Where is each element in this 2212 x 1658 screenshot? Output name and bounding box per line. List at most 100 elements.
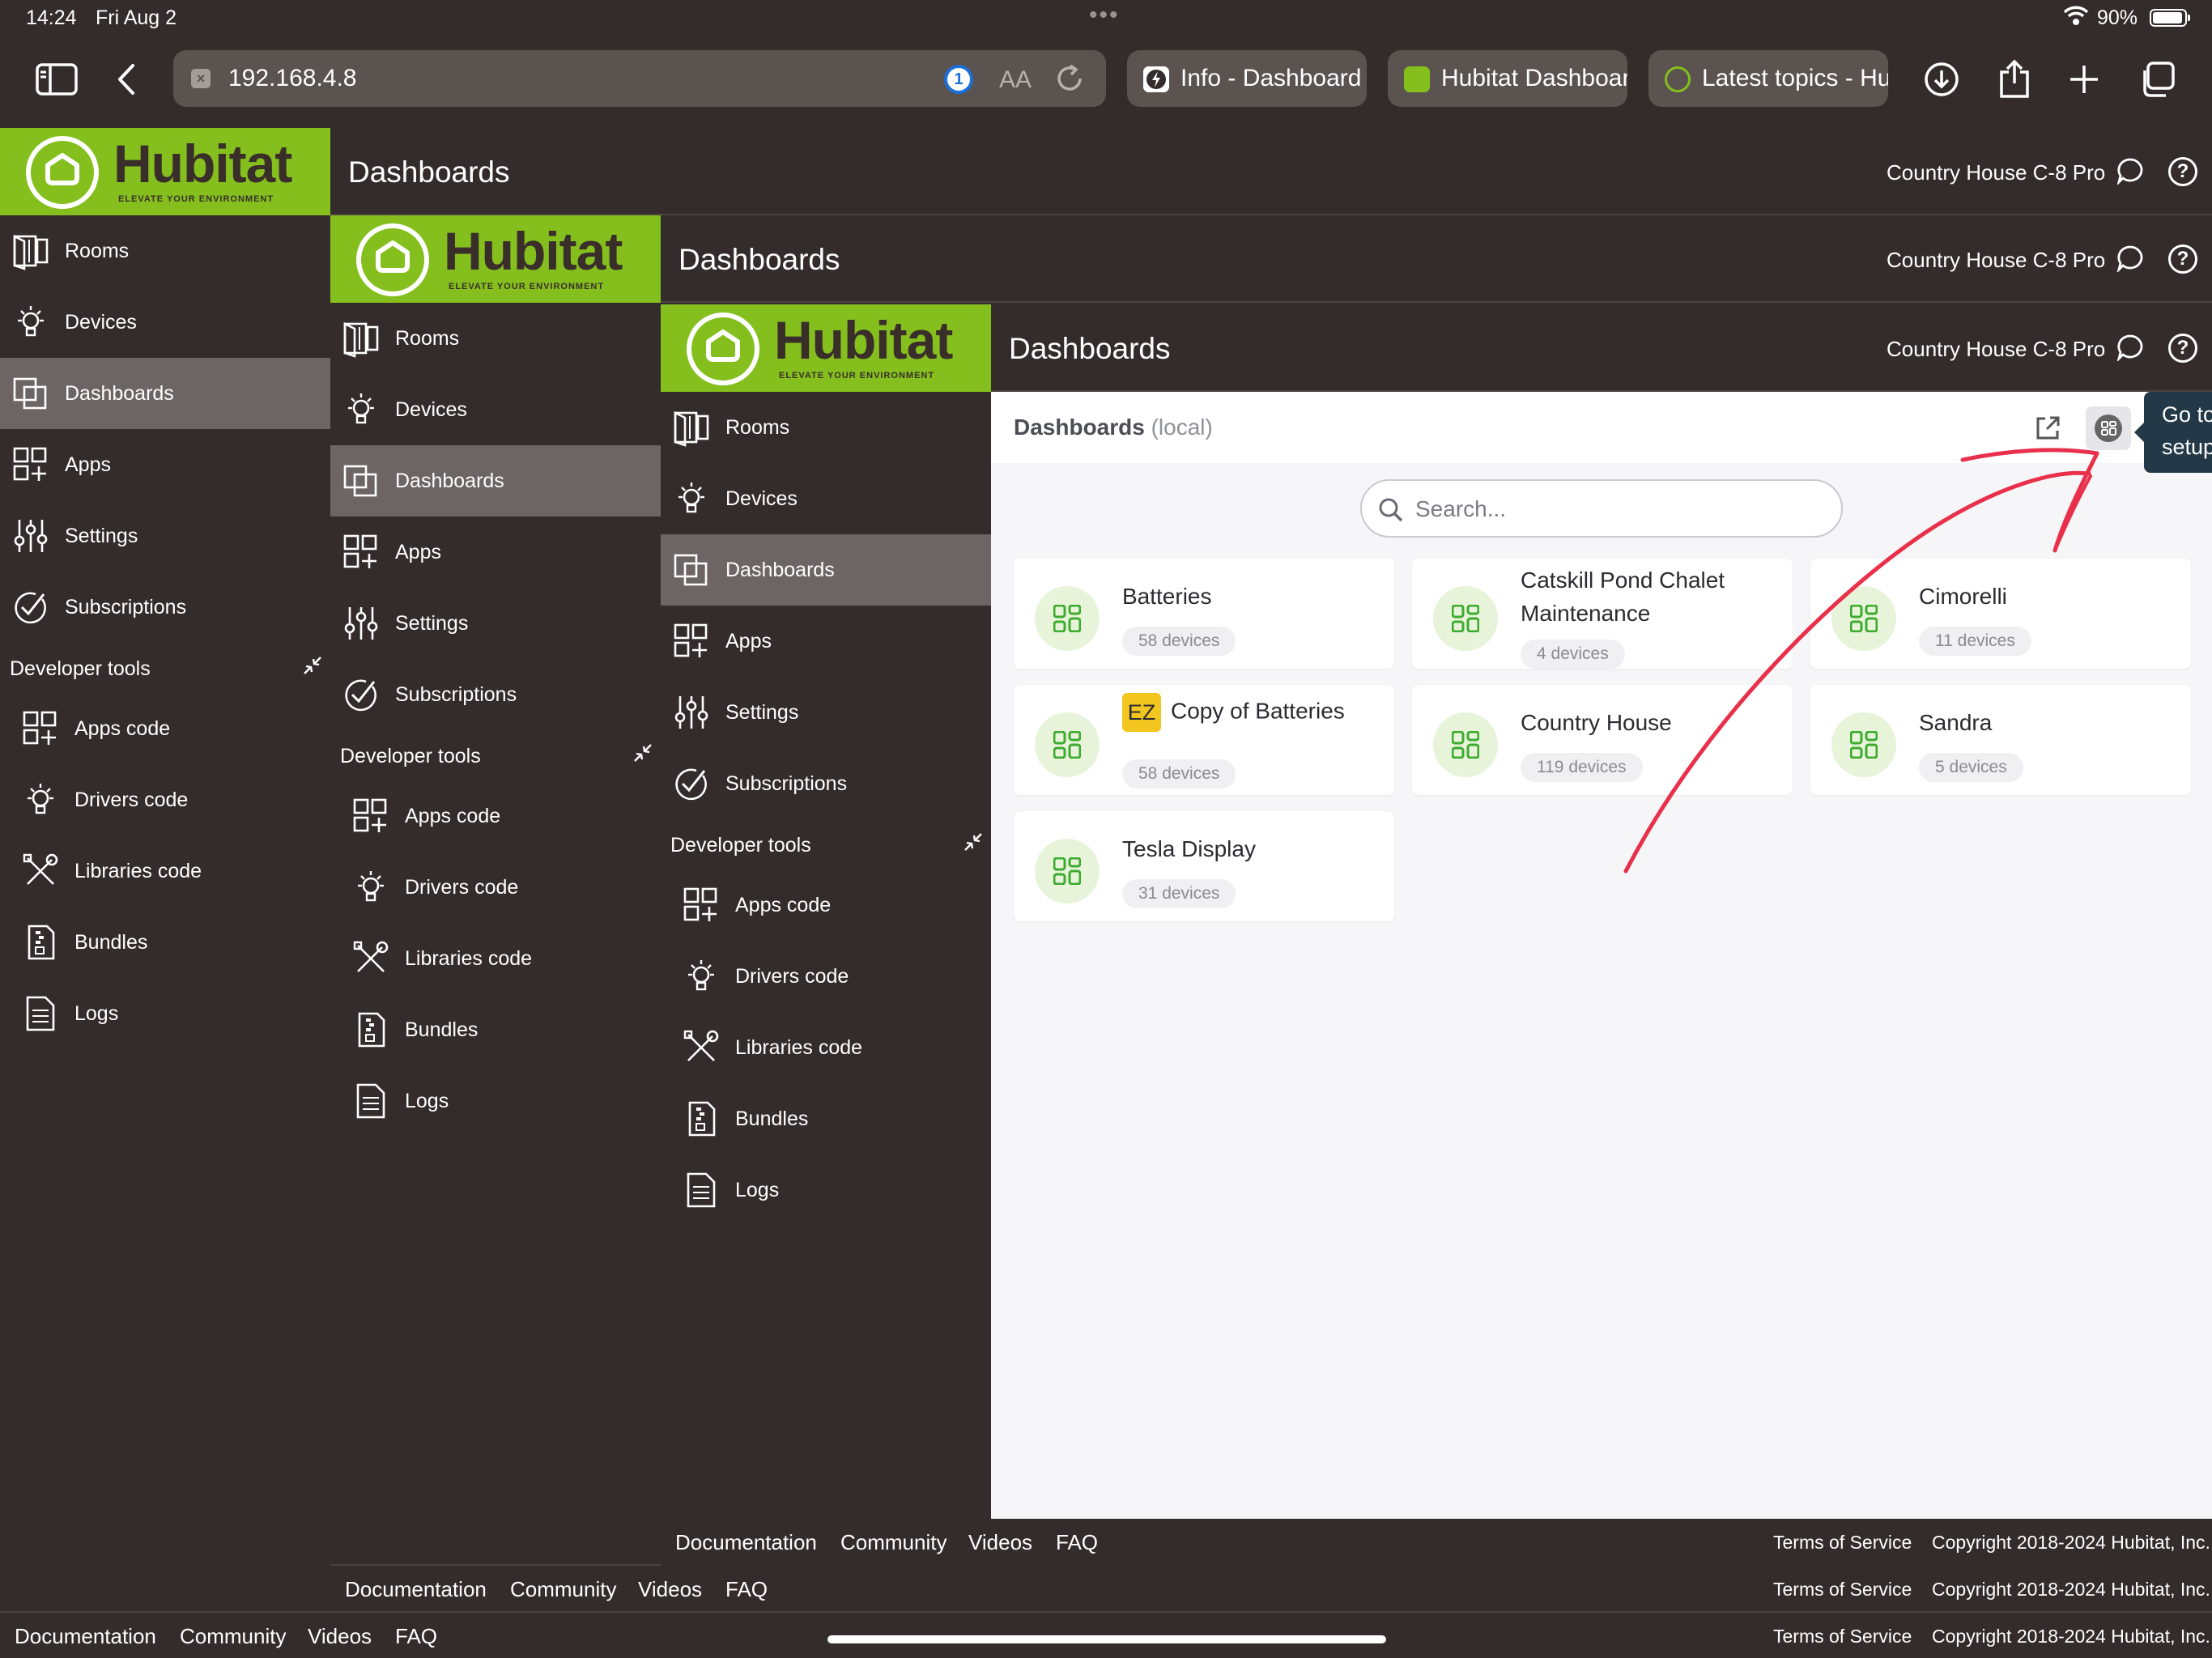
hubitat-logo[interactable]: Hubitat ELEVATE YOUR ENVIRONMENT: [661, 304, 991, 392]
collapse-icon[interactable]: [303, 656, 322, 675]
multitasking-dots-icon[interactable]: •••: [1089, 2, 1120, 29]
sidebar-item-settings[interactable]: Settings: [330, 588, 661, 659]
sidebar-item-apps-code[interactable]: Apps code: [661, 869, 991, 941]
footer-community-link[interactable]: Community: [510, 1577, 616, 1602]
sidebar-item-subscriptions[interactable]: Subscriptions: [0, 572, 330, 643]
footer-community-link[interactable]: Community: [180, 1624, 286, 1649]
sidebar-item-dashboards[interactable]: Dashboards: [0, 358, 330, 429]
search-box[interactable]: [1360, 479, 1843, 538]
text-size-button[interactable]: AA: [999, 66, 1032, 94]
sidebar-item-libraries-code[interactable]: Libraries code: [330, 923, 661, 994]
sidebar-item-bundles[interactable]: Bundles: [330, 994, 661, 1065]
device-count-badge: 5 devices: [1919, 753, 2023, 782]
sidebar-item-libraries-code[interactable]: Libraries code: [661, 1012, 991, 1083]
chat-icon[interactable]: [2116, 157, 2144, 185]
sidebar-item-devices[interactable]: Devices: [0, 287, 330, 358]
password-manager-icon[interactable]: 1: [944, 65, 973, 94]
tab-overview-icon[interactable]: [2134, 57, 2180, 102]
address-bar[interactable]: × 192.168.4.8 1 AA: [173, 50, 1106, 107]
sidebar-item-apps[interactable]: Apps: [330, 517, 661, 588]
sidebar-item-rooms[interactable]: Rooms: [0, 215, 330, 287]
hubitat-logo[interactable]: Hubitat ELEVATE YOUR ENVIRONMENT: [0, 128, 330, 215]
footer-videos-link[interactable]: Videos: [638, 1577, 702, 1602]
device-count-badge: 11 devices: [1919, 627, 2031, 656]
search-input[interactable]: [1415, 494, 1820, 525]
tab-latest-topics[interactable]: Latest topics - Hubitat: [1648, 50, 1888, 107]
footer-faq-link[interactable]: FAQ: [725, 1577, 768, 1602]
sidebar-item-drivers-code[interactable]: Drivers code: [330, 852, 661, 923]
bundle-icon: [28, 925, 55, 960]
sidebar-item-settings[interactable]: Settings: [661, 677, 991, 748]
sidebar-item-dashboards[interactable]: Dashboards: [661, 534, 991, 606]
dashboard-card-tesla-display[interactable]: Tesla Display 31 devices: [1014, 811, 1394, 921]
share-icon[interactable]: [1992, 57, 2037, 102]
sidebar-item-bundles[interactable]: Bundles: [661, 1083, 991, 1154]
developer-tools-heading[interactable]: Developer tools: [340, 743, 661, 768]
footer-terms-link[interactable]: Terms of Service: [1773, 1579, 1912, 1601]
footer-documentation-link[interactable]: Documentation: [675, 1530, 817, 1555]
sidebar-nav: Rooms Devices Dashboards Apps Settings S…: [661, 392, 991, 1431]
chat-icon[interactable]: [2116, 334, 2144, 361]
dashboard-card-catskill[interactable]: Catskill Pond Chalet Maintenance 4 devic…: [1412, 559, 1793, 669]
sidebar-item-apps-code[interactable]: Apps code: [330, 780, 661, 852]
sidebar-item-drivers-code[interactable]: Drivers code: [0, 764, 330, 835]
sidebar-item-drivers-code[interactable]: Drivers code: [661, 941, 991, 1012]
sidebar-item-libraries-code[interactable]: Libraries code: [0, 835, 330, 907]
hub-name[interactable]: Country House C-8 Pro: [1887, 160, 2105, 185]
footer-community-link[interactable]: Community: [840, 1530, 946, 1555]
sidebar-item-subscriptions[interactable]: Subscriptions: [330, 659, 661, 730]
developer-tools-heading[interactable]: Developer tools: [670, 832, 991, 857]
footer-terms-link[interactable]: Terms of Service: [1773, 1532, 1912, 1554]
footer-faq-link[interactable]: FAQ: [395, 1624, 437, 1649]
dashboard-card-country-house[interactable]: Country House 119 devices: [1412, 685, 1793, 795]
footer-documentation-link[interactable]: Documentation: [345, 1577, 487, 1602]
help-icon[interactable]: ?: [2168, 244, 2197, 274]
sidebar-item-devices[interactable]: Devices: [661, 463, 991, 534]
home-indicator[interactable]: [827, 1635, 1386, 1643]
footer-faq-link[interactable]: FAQ: [1056, 1530, 1098, 1555]
footer-documentation-link[interactable]: Documentation: [15, 1624, 156, 1649]
bulb-icon: [347, 392, 376, 424]
sidebar-item-apps[interactable]: Apps: [661, 606, 991, 677]
sidebar-item-apps-code[interactable]: Apps code: [0, 693, 330, 764]
sidebar-item-logs[interactable]: Logs: [330, 1065, 661, 1137]
tab-info-dashboard[interactable]: Info - Dashboard: [1127, 50, 1367, 107]
collapse-icon[interactable]: [963, 832, 983, 852]
sidebar-item-settings[interactable]: Settings: [0, 500, 330, 572]
new-tab-icon[interactable]: [2061, 57, 2107, 102]
tab-hubitat-dashboard[interactable]: Hubitat Dashboard: [1388, 50, 1627, 107]
footer-videos-link[interactable]: Videos: [968, 1530, 1032, 1555]
developer-tools-heading[interactable]: Developer tools: [10, 656, 330, 681]
dashboard-card-sandra[interactable]: Sandra 5 devices: [1810, 685, 2191, 795]
hub-name[interactable]: Country House C-8 Pro: [1887, 248, 2105, 273]
sidebar-item-subscriptions[interactable]: Subscriptions: [661, 748, 991, 819]
footer-videos-link[interactable]: Videos: [308, 1624, 372, 1649]
sidebar-item-logs[interactable]: Logs: [661, 1154, 991, 1226]
sidebar-item-logs[interactable]: Logs: [0, 978, 330, 1049]
sidebar-item-dashboards[interactable]: Dashboards: [330, 445, 661, 517]
help-icon[interactable]: ?: [2168, 157, 2197, 186]
hubitat-logo[interactable]: Hubitat ELEVATE YOUR ENVIRONMENT: [330, 215, 661, 303]
sidebar-item-rooms[interactable]: Rooms: [661, 392, 991, 463]
chat-icon[interactable]: [2116, 244, 2144, 272]
sidebar-item-bundles[interactable]: Bundles: [0, 907, 330, 978]
sidebar-item-apps[interactable]: Apps: [0, 429, 330, 500]
reload-icon[interactable]: [1054, 63, 1085, 94]
site-info-icon[interactable]: ×: [191, 69, 211, 88]
dashboard-card-batteries[interactable]: Batteries 58 devices: [1014, 559, 1394, 669]
sidebar-toggle-icon[interactable]: [34, 57, 79, 102]
dashboard-card-cimorelli[interactable]: Cimorelli 11 devices: [1810, 559, 2191, 669]
sidebar-item-rooms[interactable]: Rooms: [330, 303, 661, 374]
hub-name[interactable]: Country House C-8 Pro: [1887, 337, 2105, 362]
downloads-icon[interactable]: [1919, 57, 1964, 102]
back-icon[interactable]: [104, 57, 149, 102]
footer-terms-link[interactable]: Terms of Service: [1773, 1626, 1912, 1647]
browser-toolbar: × 192.168.4.8 1 AA Info - Dashboard Hubi…: [0, 39, 2212, 128]
go-to-setup-button[interactable]: [2086, 406, 2131, 450]
sidebar-item-devices[interactable]: Devices: [330, 374, 661, 445]
collapse-icon[interactable]: [633, 743, 653, 763]
open-external-icon[interactable]: [2027, 408, 2068, 449]
dashboard-card-copy-of-batteries[interactable]: EZ Copy of Batteries 58 devices: [1014, 685, 1394, 795]
help-icon[interactable]: ?: [2168, 334, 2197, 363]
device-count-badge: 4 devices: [1521, 640, 1625, 669]
